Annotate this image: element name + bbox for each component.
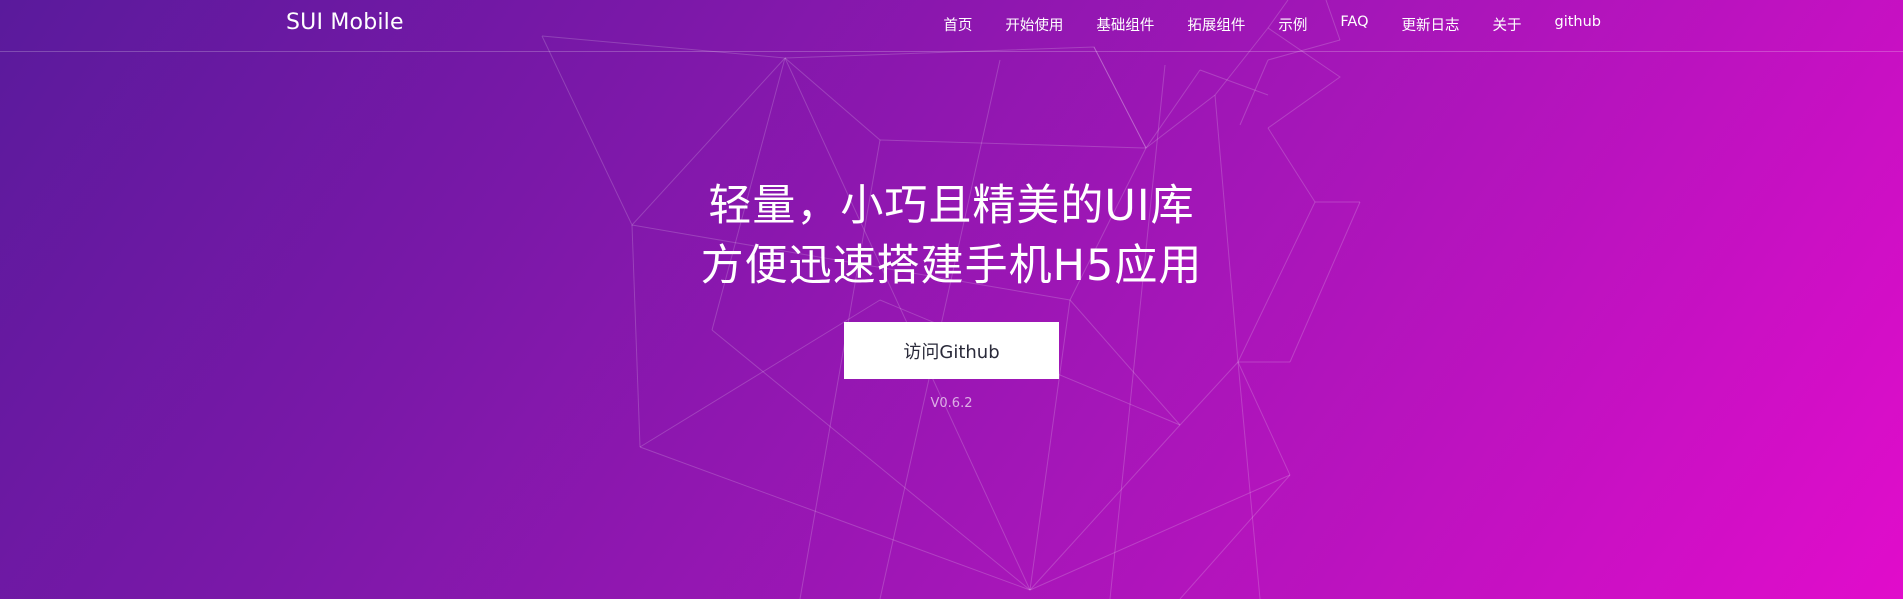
brand-logo-link[interactable]: SUI Mobile xyxy=(286,10,404,35)
nav-item-changelog[interactable]: 更新日志 xyxy=(1401,14,1459,35)
background-polygon-pattern xyxy=(541,0,1361,599)
nav-item-github[interactable]: github xyxy=(1554,14,1601,35)
nav-item-home[interactable]: 首页 xyxy=(943,14,972,35)
nav-item-extended-components[interactable]: 拓展组件 xyxy=(1187,14,1245,35)
version-label: V0.6.2 xyxy=(930,396,973,411)
top-navbar: SUI Mobile 首页 开始使用 基础组件 拓展组件 示例 FAQ 更新日志… xyxy=(0,0,1903,52)
nav-item-examples[interactable]: 示例 xyxy=(1278,14,1307,35)
nav-item-basic-components[interactable]: 基础组件 xyxy=(1096,14,1154,35)
hero-headline-line-1: 轻量，小巧且精美的UI库 xyxy=(708,181,1195,231)
nav-item-faq[interactable]: FAQ xyxy=(1340,14,1368,35)
nav-item-getting-started[interactable]: 开始使用 xyxy=(1005,14,1063,35)
main-nav: 首页 开始使用 基础组件 拓展组件 示例 FAQ 更新日志 关于 github xyxy=(910,14,1601,35)
nav-item-about[interactable]: 关于 xyxy=(1492,14,1521,35)
visit-github-button[interactable]: 访问Github xyxy=(844,322,1059,379)
hero-headline-line-2: 方便迅速搭建手机H5应用 xyxy=(700,241,1203,291)
hero-section: 轻量，小巧且精美的UI库 方便迅速搭建手机H5应用 xyxy=(0,176,1903,296)
